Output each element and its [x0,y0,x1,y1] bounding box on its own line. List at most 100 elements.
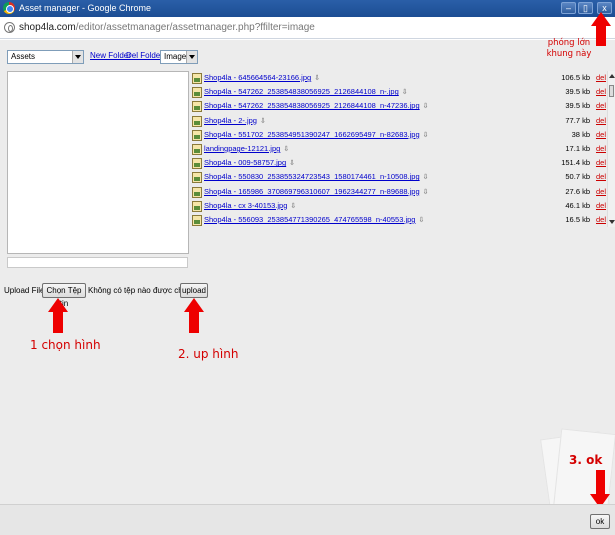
arrow-shaft [53,311,63,333]
list-item[interactable]: Shop4la - 550830_253855324723543_1580174… [192,170,606,185]
no-file-chosen-text: Không có tệp nào được chọn [88,286,192,295]
download-icon[interactable]: ⇩ [423,173,429,181]
file-name-link[interactable]: Shop4la - 556093_253854771390265_4747655… [204,215,424,224]
file-name-link[interactable]: Shop4la - 551702_253854951390247_1662695… [204,130,429,139]
delete-file-link[interactable]: del [596,158,606,167]
image-file-icon [192,73,202,84]
filter-select[interactable]: Images [160,50,198,64]
delete-file-link[interactable]: del [596,87,606,96]
delete-file-link[interactable]: del [596,73,606,82]
image-file-icon [192,87,202,99]
list-item[interactable]: Shop4la - 547262_253854838056925_2126844… [192,85,606,100]
delete-file-link[interactable]: del [596,101,606,110]
image-file-icon [192,186,202,198]
file-size: 16.5 kb [565,215,590,224]
scroll-up-icon[interactable] [609,74,615,78]
list-item[interactable]: Shop4la - 009-58757.jpg ⇩ 151.4 kb del [192,156,606,171]
asset-manager-body: Assets New Folder Del Folder Images Shop… [0,38,615,535]
file-size: 106.5 kb [561,73,590,82]
file-size: 38 kb [571,129,590,139]
image-file-icon [192,200,202,212]
delete-file-link[interactable]: del [596,130,606,139]
page-info-icon[interactable] [4,22,15,33]
download-icon[interactable]: ⇩ [418,216,424,224]
preview-caption-field [7,257,188,268]
list-item[interactable]: Shop4la - cx 3-40153.jpg ⇩ 46.1 kb del [192,199,606,214]
download-icon[interactable]: ⇩ [423,131,429,139]
file-size: 17.1 kb [565,144,590,153]
file-size: 50.7 kb [565,172,590,182]
download-icon[interactable]: ⇩ [289,159,295,167]
arrow-up-icon [591,12,611,26]
file-name-link[interactable]: landingpage-12121.jpg ⇩ [204,144,289,153]
image-file-icon [192,144,202,155]
upload-button[interactable]: upload [180,283,208,298]
url-text[interactable]: shop4la.com/editor/assetmanager/assetman… [19,22,315,33]
list-item[interactable]: Shop4la - 165986_370869796310607_1962344… [192,185,606,200]
download-icon[interactable]: ⇩ [423,188,429,196]
image-file-icon [192,115,202,127]
list-item[interactable]: landingpage-12121.jpg ⇩ 17.1 kb del [192,142,606,157]
list-item[interactable]: Shop4la - 645664564-23166.jpg ⇩ 106.5 kb … [192,71,606,86]
download-icon[interactable]: ⇩ [290,202,296,210]
list-item[interactable]: Shop4la - 2-.jpg ⇩ 77.7 kb del [192,114,606,129]
minimize-button[interactable]: – [561,2,576,14]
delete-file-link[interactable]: del [596,187,606,196]
url-path: /editor/assetmanager/assetmanager.php?ff… [75,22,315,33]
file-name-link[interactable]: Shop4la - 547262_253854838056925_2126844… [204,87,408,96]
maximize-annotation: phóng lớn khung này [546,38,592,59]
file-list: Shop4la - 645664564-23166.jpg ⇩ 106.5 kb … [192,71,615,227]
file-name-link[interactable]: Shop4la - 645664564-23166.jpg ⇩ [204,73,320,82]
file-name-link[interactable]: Shop4la - 550830_253855324723543_1580174… [204,172,429,181]
step1-annotation: 1 chọn hình [30,338,101,352]
download-icon[interactable]: ⇩ [260,117,266,125]
delete-file-link[interactable]: del [596,215,606,224]
file-name-link[interactable]: Shop4la - 2-.jpg ⇩ [204,116,266,125]
list-item[interactable]: Shop4la - 547262_253854838056925_2126844… [192,99,606,114]
delete-file-link[interactable]: del [596,144,606,153]
arrow-up-icon [184,298,204,312]
del-folder-link[interactable]: Del Folder [126,51,163,60]
file-size: 77.7 kb [565,115,590,125]
new-folder-link[interactable]: New Folder [90,51,131,60]
arrow-shaft [596,470,605,495]
image-file-icon [192,172,202,184]
file-name-link[interactable]: Shop4la - 547262_253854838056925_2126844… [204,101,429,110]
download-icon[interactable]: ⇩ [314,74,320,82]
address-bar[interactable]: shop4la.com/editor/assetmanager/assetman… [0,17,615,39]
scroll-down-icon[interactable] [609,220,615,224]
window-title: Asset manager - Google Chrome [19,3,152,13]
image-file-icon [192,158,202,170]
list-item[interactable]: Shop4la - 556093_253854771390265_4747655… [192,213,606,228]
step2-annotation: 2. up hình [178,347,239,361]
folder-select-value: Assets [11,52,36,61]
folder-select[interactable]: Assets [7,50,84,64]
file-size: 39.5 kb [565,101,590,111]
file-size: 27.6 kb [565,186,590,196]
delete-file-link[interactable]: del [596,116,606,125]
delete-file-link[interactable]: del [596,201,606,210]
delete-file-link[interactable]: del [596,172,606,181]
file-size: 46.1 kb [565,200,590,210]
chevron-down-icon [72,51,83,63]
download-icon[interactable]: ⇩ [283,145,289,153]
arrow-up-icon [48,298,68,312]
step3-annotation: 3. ok [569,453,603,467]
ok-button[interactable]: ok [590,514,610,529]
scrollbar-thumb[interactable] [609,85,614,97]
file-size: 39.5 kb [565,87,590,97]
file-name-link[interactable]: Shop4la - cx 3-40153.jpg ⇩ [204,201,296,210]
image-file-icon [192,129,202,141]
choose-file-button[interactable]: Chọn Tệp tin [42,283,86,308]
arrow-shaft [189,311,199,333]
file-name-link[interactable]: Shop4la - 165986_370869796310607_1962344… [204,187,429,196]
download-icon[interactable]: ⇩ [423,102,429,110]
file-list-scrollbar[interactable] [607,71,615,227]
file-name-link[interactable]: Shop4la - 009-58757.jpg ⇩ [204,158,295,167]
chevron-down-icon [186,51,197,63]
url-domain: shop4la.com [19,22,76,33]
download-icon[interactable]: ⇩ [402,88,408,96]
image-preview [7,71,189,254]
list-item[interactable]: Shop4la - 551702_253854951390247_1662695… [192,128,606,143]
chrome-icon [3,2,15,14]
